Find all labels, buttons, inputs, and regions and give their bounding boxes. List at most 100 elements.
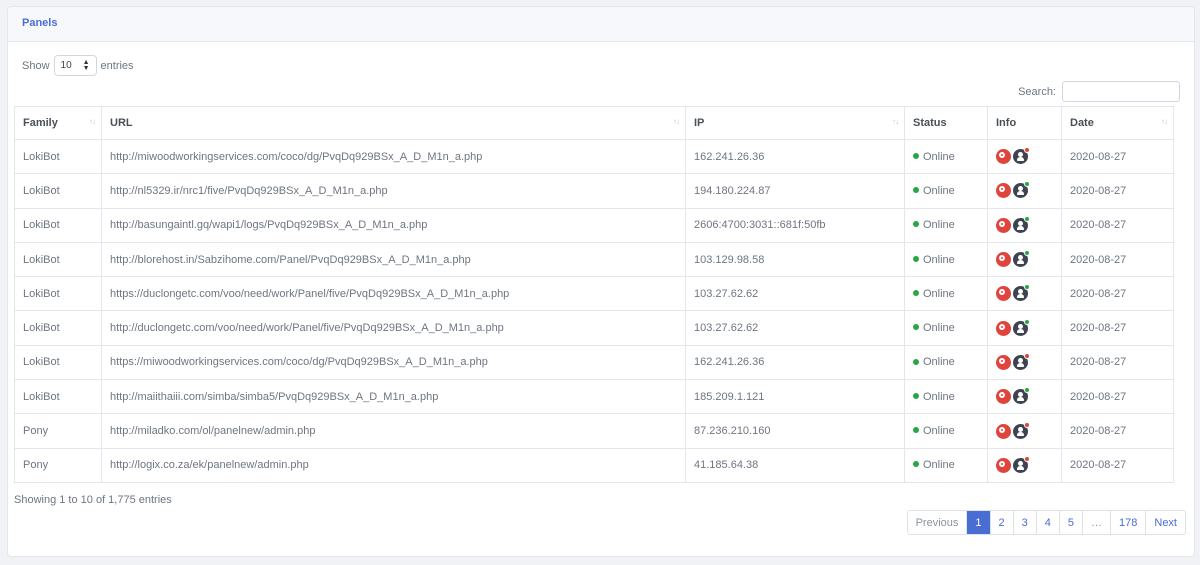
sort-icon: ↑↓ [673,117,680,126]
cell-ip: 162.241.26.36 [685,138,905,175]
column-header-family[interactable]: Family ↑↓ [14,106,102,140]
status-text: Online [923,425,955,438]
sort-icon: ↑↓ [89,117,96,126]
status-badge [1024,421,1030,428]
cell-ip: 87.236.210.160 [685,413,905,449]
table-row: LokiBot http://nl5329.ir/nrc1/five/PvqDq… [14,173,1174,209]
cell-url: http://duclongetc.com/voo/need/work/Pane… [101,310,686,346]
next-page-button[interactable]: Next [1145,511,1185,534]
cell-url: http://miwoodworkingservices.com/coco/dg… [101,138,686,175]
cell-status: Online [904,379,988,415]
cell-ip: 162.241.26.36 [685,344,905,381]
search-icon[interactable] [996,252,1011,268]
select-arrows-icon: ▲ ▼ [82,58,90,72]
search-control: Search: [1018,81,1180,102]
user-icon[interactable] [1013,318,1030,336]
cell-info [987,241,1062,278]
user-icon[interactable] [1013,284,1030,302]
user-icon[interactable] [1013,421,1030,439]
search-icon[interactable] [996,389,1011,405]
search-icon[interactable] [996,286,1011,302]
status-text: Online [923,356,955,369]
cell-date: 2020-08-27 [1061,173,1174,209]
online-dot-icon [913,152,919,159]
cell-family: Pony [14,447,102,483]
cell-family: LokiBot [14,138,102,175]
page-button-1[interactable]: 1 [966,511,990,534]
sort-icon: ↑↓ [892,117,899,126]
table-row: Pony http://logix.co.za/ek/panelnew/admi… [14,447,1174,483]
search-icon[interactable] [996,354,1011,370]
online-dot-icon [913,255,919,262]
status-badge [1024,318,1030,325]
cell-info [987,344,1062,381]
cell-family: Pony [14,413,102,449]
entries-length-control: Show 10 ▲ ▼ entries [22,55,134,76]
cell-family: LokiBot [14,241,102,278]
cell-status: Online [904,173,988,209]
cell-date: 2020-08-27 [1061,276,1174,312]
search-icon[interactable] [996,149,1011,165]
page-button-4[interactable]: 4 [1035,511,1059,534]
cell-family: LokiBot [14,310,102,346]
cell-date: 2020-08-27 [1061,447,1174,483]
table-body: LokiBot http://miwoodworkingservices.com… [14,138,1174,483]
cell-info [987,276,1062,312]
pagination-ellipsis: … [1082,511,1111,534]
search-icon[interactable] [996,320,1011,336]
table-row: LokiBot https://miwoodworkingservices.co… [14,344,1174,381]
status-badge [1024,284,1030,291]
cell-url: http://logix.co.za/ek/panelnew/admin.php [101,447,686,483]
column-header-ip[interactable]: IP ↑↓ [685,106,905,140]
previous-page-button[interactable]: Previous [907,511,967,534]
status-badge [1024,181,1030,188]
page-button-178[interactable]: 178 [1110,511,1146,534]
cell-info [987,413,1062,449]
table-row: LokiBot http://blorehost.in/Sabzihome.co… [14,241,1174,278]
user-icon[interactable] [1013,387,1030,405]
search-icon[interactable] [996,423,1011,439]
status-text: Online [923,184,955,197]
user-icon[interactable] [1013,455,1030,473]
page-button-3[interactable]: 3 [1012,511,1036,534]
cell-family: LokiBot [14,207,102,243]
cell-info [987,379,1062,415]
cell-url: http://miladko.com/ol/panelnew/admin.php [101,413,686,449]
search-input[interactable] [1062,81,1180,102]
column-header-date[interactable]: Date ↑↓ [1061,106,1174,140]
page-button-5[interactable]: 5 [1058,511,1083,534]
status-badge [1024,387,1030,394]
cell-ip: 103.27.62.62 [685,276,905,312]
user-icon[interactable] [1013,215,1030,233]
online-dot-icon [913,358,919,365]
search-icon[interactable] [996,183,1011,199]
user-icon[interactable] [1013,250,1030,268]
search-icon[interactable] [996,457,1011,473]
column-header-info[interactable]: Info [987,106,1062,140]
entries-select[interactable]: 10 ▲ ▼ [53,55,97,76]
column-header-status[interactable]: Status [904,106,988,140]
cell-family: LokiBot [14,173,102,209]
column-header-url[interactable]: URL ↑↓ [101,106,686,140]
cell-family: LokiBot [14,276,102,312]
user-icon[interactable] [1013,352,1030,370]
table-row: Pony http://miladko.com/ol/panelnew/admi… [14,413,1174,449]
cell-ip: 103.129.98.58 [685,241,905,278]
search-icon[interactable] [996,217,1011,233]
table-row: LokiBot http://duclongetc.com/voo/need/w… [14,310,1174,346]
cell-status: Online [904,138,988,175]
page-button-2[interactable]: 2 [989,511,1013,534]
status-badge [1024,215,1030,222]
cell-family: LokiBot [14,344,102,381]
table-row: LokiBot http://basungaintl.gq/wapi1/logs… [14,207,1174,243]
cell-info [987,447,1062,483]
user-icon[interactable] [1013,147,1030,165]
cell-status: Online [904,207,988,243]
cell-url: https://miwoodworkingservices.com/coco/d… [101,344,686,381]
status-text: Online [923,219,955,232]
user-icon[interactable] [1013,181,1030,199]
entries-select-value: 10 [60,60,72,71]
cell-url: http://blorehost.in/Sabzihome.com/Panel/… [101,241,686,278]
cell-info [987,310,1062,346]
cell-status: Online [904,413,988,449]
